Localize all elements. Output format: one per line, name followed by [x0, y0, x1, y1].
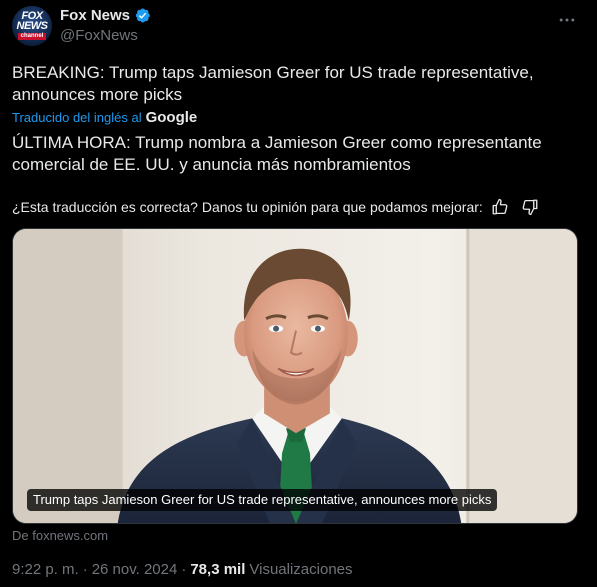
tweet-meta: 9:22 p. m. · 26 nov. 2024 · 78,3 mil Vis… [12, 561, 353, 578]
avatar[interactable]: FOX NEWS channel [12, 6, 52, 46]
card-caption: Trump taps Jamieson Greer for US trade r… [27, 489, 498, 511]
thumbs-up-icon[interactable] [491, 198, 509, 216]
avatar-logo-text: FOX NEWS [16, 10, 49, 32]
tweet-text-original: BREAKING: Trump taps Jamieson Greer for … [12, 63, 534, 104]
translation-attribution[interactable]: Traducido del inglés al Google [12, 109, 197, 126]
avatar-logo-channel: channel [18, 33, 46, 40]
translation-feedback: ¿Esta traducción es correcta? Danos tu o… [12, 198, 539, 216]
tweet-time[interactable]: 9:22 p. m. [12, 561, 79, 578]
author-handle[interactable]: @FoxNews [60, 27, 138, 44]
author-name-row: Fox News [60, 7, 151, 24]
feedback-prompt: ¿Esta traducción es correcta? Danos tu o… [12, 199, 483, 215]
views-label: Visualizaciones [249, 561, 353, 578]
more-options-icon[interactable] [557, 10, 577, 30]
tweet-header: FOX NEWS channel Fox News @FoxNews [12, 6, 585, 46]
translation-provider: Google [145, 109, 198, 126]
card-source[interactable]: De foxnews.com [12, 528, 108, 543]
translated-label: Traducido del inglés al [12, 110, 142, 125]
thumbs-down-icon[interactable] [521, 198, 539, 216]
link-card[interactable]: Trump taps Jamieson Greer for US trade r… [12, 228, 578, 524]
views-count[interactable]: 78,3 mil [190, 561, 245, 578]
article-photo [13, 229, 577, 523]
tweet-text-translated: ÚLTIMA HORA: Trump nombra a Jamieson Gre… [12, 133, 542, 174]
tweet-date[interactable]: 26 nov. 2024 [92, 561, 178, 578]
verified-badge-icon [135, 8, 150, 23]
meta-separator: · [181, 561, 187, 578]
meta-separator: · [82, 561, 88, 578]
author-display-name[interactable]: Fox News [60, 7, 130, 24]
